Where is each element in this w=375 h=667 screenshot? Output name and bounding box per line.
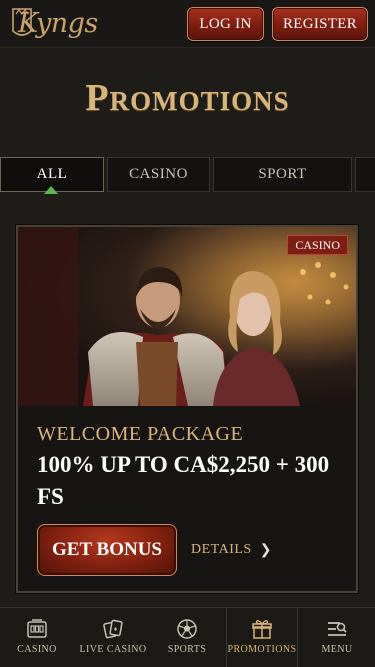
bottom-navigation: CASINO LIVE CASINO SPORTS PROMOTIONS MEN… [0, 607, 375, 667]
promotion-title: 100% UP TO CA$2,250 + 300 FS [37, 452, 330, 509]
nav-casino[interactable]: CASINO [8, 608, 66, 667]
login-label: LOG IN [199, 15, 252, 32]
get-bonus-button[interactable]: GET BONUS [37, 524, 177, 576]
gift-icon [252, 620, 272, 639]
tab-sport[interactable]: SPORT [213, 157, 352, 192]
top-header: Kyngs LOG IN REGISTER [0, 0, 375, 48]
page-title: Promotions [85, 77, 290, 119]
cards-icon [103, 619, 123, 639]
ball-icon [177, 619, 197, 639]
tab-casino-label: CASINO [129, 166, 188, 182]
nav-promotions[interactable]: PROMOTIONS [226, 608, 298, 667]
menu-icon [328, 622, 347, 636]
casino-category-badge: CASINO [287, 235, 348, 255]
get-bonus-label: GET BONUS [52, 539, 162, 560]
chevron-right-icon: ❯ [259, 542, 272, 558]
kyngs-logo[interactable]: Kyngs [10, 5, 102, 43]
nav-menu-label: MENU [321, 644, 353, 655]
active-tab-indicator [44, 186, 58, 194]
logo-text: Kyngs [18, 8, 98, 39]
tab-overflow[interactable] [355, 157, 375, 192]
register-button[interactable]: REGISTER [272, 7, 368, 41]
nav-sports[interactable]: SPORTS [156, 608, 218, 667]
nav-live-casino[interactable]: LIVE CASINO [76, 608, 150, 667]
details-link[interactable]: DETAILS ❯ [191, 540, 272, 560]
nav-sports-label: SPORTS [167, 644, 207, 655]
promotion-card: CASINO WELCOME PACKAGE 100% UP TO CA$2,2… [16, 225, 358, 593]
promotion-image: CASINO [18, 227, 356, 406]
nav-live-casino-label: LIVE CASINO [79, 644, 147, 655]
login-button[interactable]: LOG IN [187, 7, 264, 41]
nav-casino-label: CASINO [17, 644, 57, 655]
nav-menu[interactable]: MENU [306, 608, 368, 667]
promotion-subtitle: WELCOME PACKAGE [37, 423, 244, 445]
register-label: REGISTER [282, 15, 358, 32]
tab-casino[interactable]: CASINO [107, 157, 210, 192]
casino-icon [27, 619, 47, 638]
tab-sport-label: SPORT [258, 166, 307, 182]
casino-badge-label: CASINO [295, 237, 340, 252]
details-label: DETAILS [191, 542, 252, 557]
nav-promotions-label: PROMOTIONS [227, 644, 297, 655]
tab-all-label: ALL [36, 166, 68, 182]
